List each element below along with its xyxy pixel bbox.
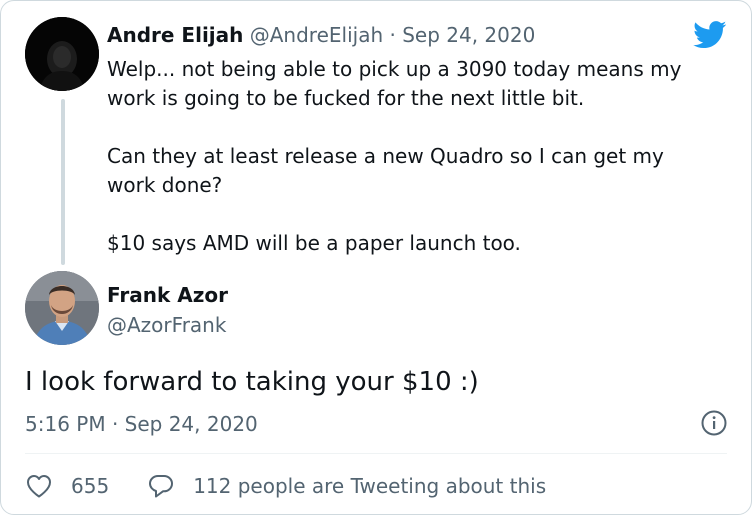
reply-text: Welp... not being able to pick up a 3090… <box>107 55 717 258</box>
speech-bubble-icon <box>147 473 175 499</box>
reply-separator: · <box>389 23 396 47</box>
author-display-name[interactable]: Frank Azor <box>107 283 228 307</box>
conversation-label: 112 people are Tweeting about this <box>193 474 547 498</box>
action-bar: 655 112 people are Tweeting about this <box>25 470 546 502</box>
like-count: 655 <box>71 474 110 498</box>
divider <box>25 453 727 454</box>
reply-paragraph: $10 says AMD will be a paper launch too. <box>107 231 521 255</box>
author-handle[interactable]: @AzorFrank <box>107 313 226 337</box>
twitter-bird-icon[interactable] <box>693 21 727 49</box>
like-button[interactable]: 655 <box>25 473 109 499</box>
reply-paragraph: Welp... not being able to pick up a 3090… <box>107 57 682 110</box>
reply-date[interactable]: Sep 24, 2020 <box>402 23 535 47</box>
reply-header: Andre Elijah @AndreElijah · Sep 24, 2020 <box>107 23 535 47</box>
avatar-frank[interactable] <box>25 271 99 345</box>
heart-icon <box>25 473 53 499</box>
tweet-text: I look forward to taking your $10 :) <box>25 367 479 397</box>
reply-paragraph: Can they at least release a new Quadro s… <box>107 144 664 197</box>
tweet-card: Andre Elijah @AndreElijah · Sep 24, 2020… <box>0 0 752 515</box>
reply-handle[interactable]: @AndreElijah <box>250 23 383 47</box>
thread-line <box>61 99 65 265</box>
info-icon[interactable] <box>700 409 728 437</box>
conversation-button[interactable]: 112 people are Tweeting about this <box>147 473 546 499</box>
avatar-andre[interactable] <box>25 17 99 91</box>
tweet-timestamp[interactable]: 5:16 PM · Sep 24, 2020 <box>25 412 258 436</box>
reply-display-name[interactable]: Andre Elijah <box>107 23 243 47</box>
